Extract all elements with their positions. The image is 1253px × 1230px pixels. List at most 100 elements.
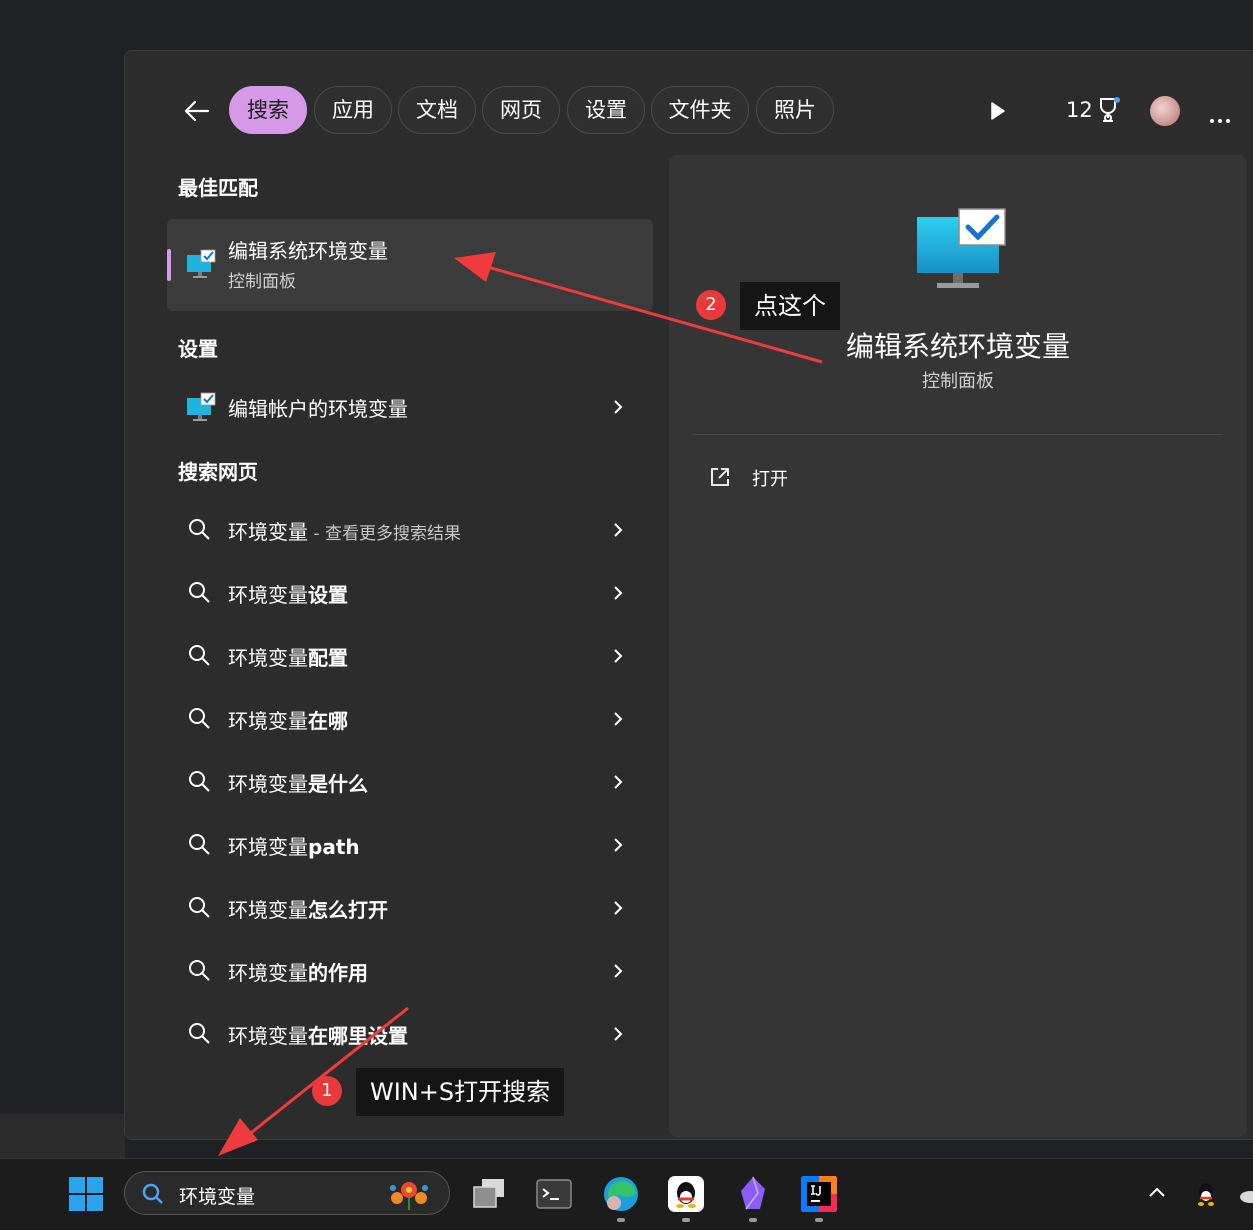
- suggestion-label: 环境变量在哪: [228, 705, 348, 734]
- search-icon: [189, 897, 210, 918]
- suggestion-query: 环境变量: [228, 709, 308, 733]
- divider: [693, 434, 1223, 435]
- taskbar-search-value[interactable]: 环境变量: [179, 1182, 255, 1209]
- running-indicator: [815, 1218, 823, 1222]
- chevron-up-icon[interactable]: [1147, 1185, 1167, 1199]
- settings-item-edit-user-env[interactable]: 编辑帐户的环境变量: [167, 382, 653, 432]
- web-search-suggestion[interactable]: 环境变量怎么打开: [167, 883, 653, 933]
- running-indicator: [749, 1218, 757, 1222]
- more-options-icon[interactable]: [1210, 108, 1234, 127]
- task-view-icon[interactable]: [470, 1175, 508, 1213]
- suggestion-completion: 怎么打开: [308, 898, 388, 922]
- best-match-subtitle: 控制面板: [228, 272, 296, 292]
- suggestion-query: 环境变量: [228, 520, 308, 544]
- intellij-idea-icon[interactable]: [800, 1175, 838, 1213]
- open-external-icon[interactable]: [709, 466, 731, 488]
- search-icon: [189, 708, 210, 729]
- search-highlight-flower-icon: [390, 1182, 428, 1210]
- suggestion-completion: path: [308, 835, 360, 859]
- windows-start-icon[interactable]: [68, 1176, 104, 1212]
- suggestion-label: 环境变量是什么: [228, 768, 368, 797]
- preview-subtitle: 控制面板: [922, 371, 994, 392]
- user-avatar[interactable]: [1150, 96, 1180, 126]
- suggestion-label: 环境变量设置: [228, 579, 348, 608]
- search-icon: [189, 771, 210, 792]
- web-search-suggestion[interactable]: 环境变量在哪里设置: [167, 1009, 653, 1059]
- edge-browser-icon[interactable]: [602, 1175, 640, 1213]
- trophy-icon[interactable]: [1095, 96, 1121, 124]
- web-search-suggestion[interactable]: 环境变量配置: [167, 631, 653, 681]
- qq-tray-icon[interactable]: [1194, 1181, 1218, 1207]
- search-icon: [189, 582, 210, 603]
- settings-heading: 设置: [178, 337, 218, 361]
- best-match-title: 编辑系统环境变量: [228, 239, 388, 263]
- filter-tab-apps[interactable]: 应用: [314, 86, 392, 134]
- filter-tab-documents[interactable]: 文档: [398, 86, 476, 134]
- suggestion-label: 环境变量的作用: [228, 957, 368, 986]
- suggestion-query: 环境变量: [228, 835, 308, 859]
- settings-item-label: 编辑帐户的环境变量: [228, 397, 408, 421]
- suggestion-label: 环境变量 - 查看更多搜索结果: [228, 516, 461, 545]
- running-indicator: [682, 1218, 690, 1222]
- chevron-right-icon: [614, 586, 623, 600]
- suggestion-completion: 配置: [308, 646, 348, 670]
- chevron-right-icon: [614, 901, 623, 915]
- suggestion-completion: 在哪: [308, 709, 348, 733]
- web-search-suggestion[interactable]: 环境变量在哪: [167, 694, 653, 744]
- play-icon[interactable]: [989, 101, 1007, 121]
- search-icon: [189, 645, 210, 666]
- chevron-right-icon: [614, 400, 623, 414]
- chevron-right-icon: [614, 523, 623, 537]
- obsidian-icon[interactable]: [734, 1175, 772, 1213]
- taskbar-search-box[interactable]: 环境变量: [124, 1171, 450, 1215]
- filter-tab-folders[interactable]: 文件夹: [651, 86, 749, 134]
- annotation-note-1: WIN+S打开搜索: [356, 1068, 565, 1116]
- suggestion-completion: 在哪里设置: [308, 1024, 408, 1048]
- web-search-suggestion[interactable]: 环境变量 - 查看更多搜索结果: [167, 505, 653, 555]
- web-search-suggestion[interactable]: 环境变量设置: [167, 568, 653, 618]
- web-search-suggestion[interactable]: 环境变量是什么: [167, 757, 653, 807]
- web-search-suggestion[interactable]: 环境变量path: [167, 820, 653, 870]
- best-match-item[interactable]: 编辑系统环境变量 控制面板: [167, 219, 653, 311]
- chevron-right-icon: [614, 1027, 623, 1041]
- suggestion-query: 环境变量: [228, 583, 308, 607]
- system-properties-icon: [187, 249, 216, 278]
- search-icon: [189, 834, 210, 855]
- annotation-note-2: 点这个: [740, 282, 840, 330]
- desktop-background: [0, 1114, 125, 1158]
- filter-tab-search[interactable]: 搜索: [229, 86, 307, 134]
- search-icon: [142, 1183, 163, 1204]
- chevron-right-icon: [614, 838, 623, 852]
- suggestion-completion: 的作用: [308, 961, 368, 985]
- qq-icon[interactable]: [667, 1175, 705, 1213]
- search-web-heading: 搜索网页: [178, 460, 258, 484]
- annotation-badge-1: 1: [312, 1076, 342, 1106]
- suggestion-query: 环境变量: [228, 1024, 308, 1048]
- filter-tab-web[interactable]: 网页: [482, 86, 560, 134]
- search-icon: [189, 1023, 210, 1044]
- best-match-heading: 最佳匹配: [178, 176, 258, 200]
- chevron-right-icon: [614, 712, 623, 726]
- selection-indicator: [167, 249, 171, 281]
- cloud-icon[interactable]: [1238, 1187, 1253, 1203]
- suggestion-completion: 设置: [308, 583, 348, 607]
- filter-tab-settings[interactable]: 设置: [567, 86, 645, 134]
- suggestion-label: 环境变量在哪里设置: [228, 1020, 408, 1049]
- open-action-label[interactable]: 打开: [752, 465, 788, 491]
- search-icon: [189, 960, 210, 981]
- system-properties-icon: [187, 392, 216, 421]
- suggestion-query: 环境变量: [228, 772, 308, 796]
- suggestion-label: 环境变量配置: [228, 642, 348, 671]
- suggestion-label: 环境变量怎么打开: [228, 894, 388, 923]
- chevron-right-icon: [614, 649, 623, 663]
- back-arrow-icon[interactable]: [182, 96, 212, 126]
- rewards-points[interactable]: 12: [1066, 96, 1093, 124]
- suggestion-label: 环境变量path: [228, 831, 360, 860]
- web-search-suggestion[interactable]: 环境变量的作用: [167, 946, 653, 996]
- filter-tab-photos[interactable]: 照片: [756, 86, 834, 134]
- search-icon: [189, 519, 210, 540]
- terminal-icon[interactable]: [535, 1175, 573, 1213]
- system-properties-large-icon: [917, 208, 1006, 288]
- taskbar: 环境变量: [0, 1158, 1253, 1230]
- running-indicator: [617, 1218, 625, 1222]
